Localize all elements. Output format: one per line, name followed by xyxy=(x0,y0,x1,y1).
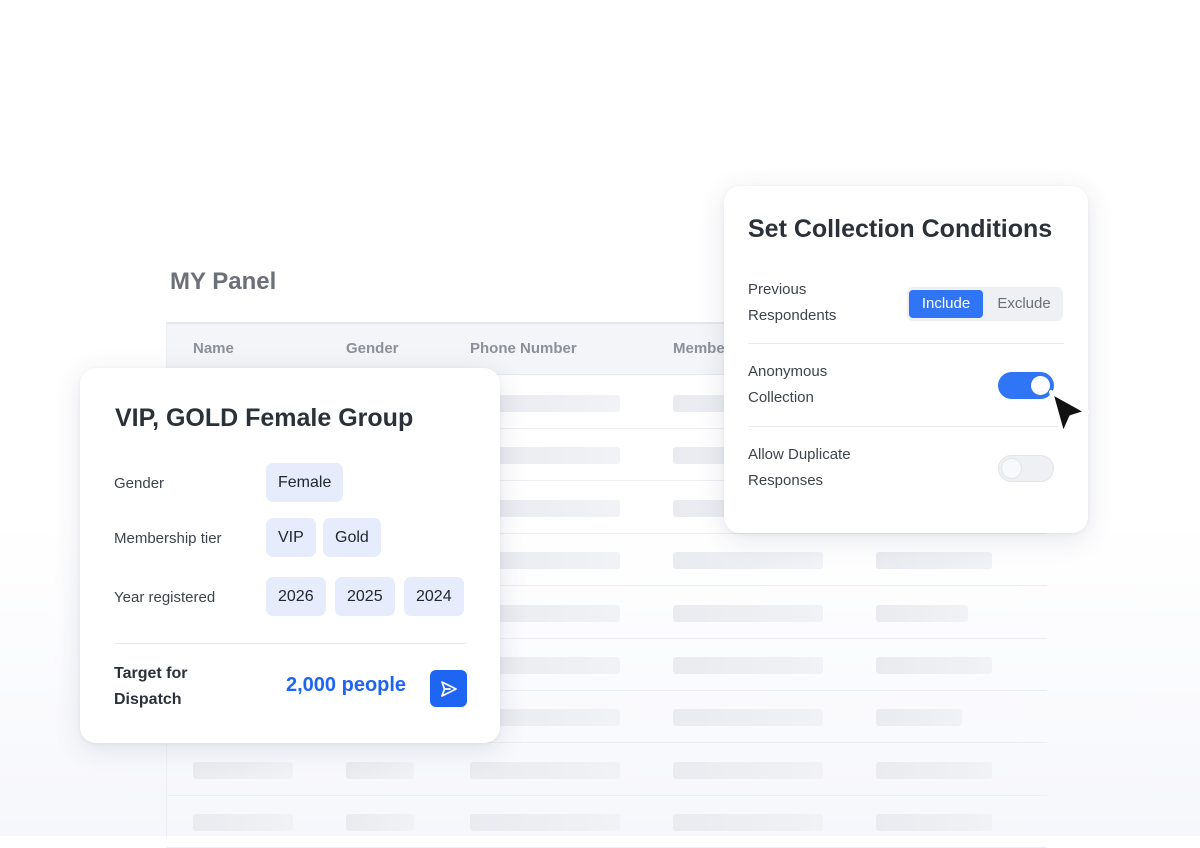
cell-placeholder xyxy=(346,761,414,779)
cell-placeholder xyxy=(876,709,962,727)
mouse-cursor-icon xyxy=(1049,390,1089,437)
allow-duplicate-toggle[interactable] xyxy=(998,455,1054,482)
cell-placeholder xyxy=(346,814,414,832)
cell-placeholder xyxy=(876,657,992,674)
table-row xyxy=(167,743,1047,796)
chip-female: Female xyxy=(266,463,344,502)
cell-placeholder xyxy=(673,657,823,674)
allow-duplicate-label: Allow Duplicate Responses xyxy=(748,446,851,489)
target-label: Target for Dispatch xyxy=(114,665,188,708)
include-option[interactable]: Include xyxy=(909,290,983,318)
cell-placeholder xyxy=(193,761,293,779)
cell-placeholder xyxy=(876,814,992,832)
membership-label: Membership tier xyxy=(114,530,222,547)
cell-placeholder xyxy=(673,552,823,570)
chip-gold: Gold xyxy=(323,518,381,557)
previous-respondents-segmented-control: Include Exclude xyxy=(907,287,1063,321)
conditions-divider xyxy=(748,343,1064,344)
conditions-title: Set Collection Conditions xyxy=(748,215,1053,243)
group-title: VIP, GOLD Female Group xyxy=(115,404,414,432)
cell-placeholder xyxy=(470,814,620,832)
cell-placeholder xyxy=(673,814,823,832)
collection-conditions-card: Set Collection Conditions Previous Respo… xyxy=(724,186,1088,533)
cell-placeholder xyxy=(470,761,620,779)
target-value: 2,000 people xyxy=(286,674,407,696)
group-card: VIP, GOLD Female Group Gender Female Mem… xyxy=(80,368,500,743)
cell-placeholder xyxy=(876,552,992,570)
panel-title: MY Panel xyxy=(170,268,277,295)
anonymous-collection-label: Anonymous Collection xyxy=(748,363,828,406)
toggle-knob xyxy=(1002,459,1021,478)
conditions-divider xyxy=(748,426,1064,427)
previous-respondents-label: Previous Respondents xyxy=(748,281,837,324)
cell-placeholder xyxy=(673,604,823,622)
year-label: Year registered xyxy=(114,589,216,606)
gender-label: Gender xyxy=(114,475,165,492)
cell-placeholder xyxy=(193,814,293,832)
send-icon xyxy=(440,680,457,697)
chip-2024: 2024 xyxy=(404,577,464,616)
column-header-membership[interactable]: Membe xyxy=(673,340,725,357)
chip-2026: 2026 xyxy=(266,577,326,616)
chip-2025: 2025 xyxy=(335,577,395,616)
send-button[interactable] xyxy=(430,670,467,707)
column-header-gender[interactable]: Gender xyxy=(346,340,399,357)
cell-placeholder xyxy=(673,761,823,779)
table-row xyxy=(167,795,1047,848)
cell-placeholder xyxy=(876,604,968,622)
column-header-phone[interactable]: Phone Number xyxy=(470,340,577,357)
exclude-option[interactable]: Exclude xyxy=(987,290,1061,318)
cell-placeholder xyxy=(876,761,992,779)
column-header-name[interactable]: Name xyxy=(193,340,234,357)
cell-placeholder xyxy=(673,709,823,727)
group-divider xyxy=(114,643,466,644)
chip-vip: VIP xyxy=(266,518,316,557)
